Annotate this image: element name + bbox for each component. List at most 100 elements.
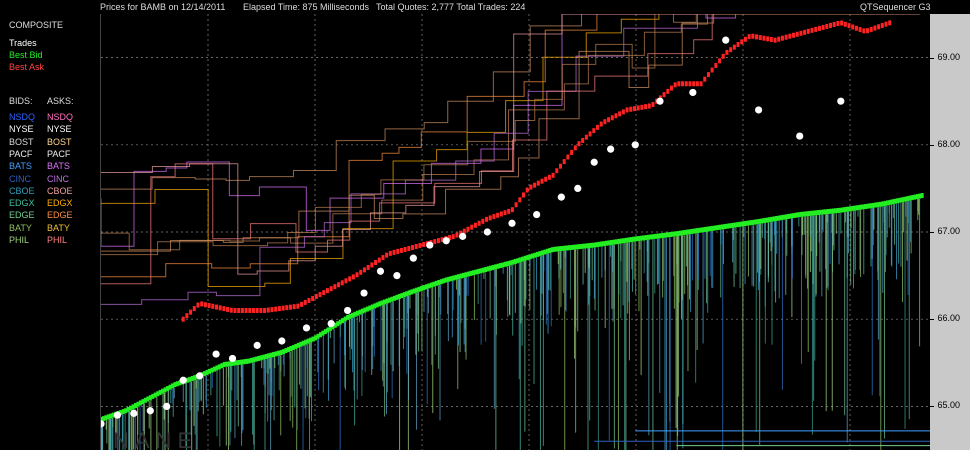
legend-ask-edge: EDGE [47,210,73,221]
legend-bid-baty: BATY [9,222,32,233]
best-ask-point [884,21,888,27]
trade-point [574,184,582,192]
best-ask-point [888,20,892,26]
trade-point [253,341,261,349]
best-ask-point [743,36,747,42]
best-ask-point [492,214,496,220]
best-ask-point [873,25,877,31]
exchange-ask-line [101,14,895,247]
y-tick-mark [930,144,934,146]
best-ask-point [292,304,296,310]
best-ask-point [573,145,577,151]
y-tick-mark [930,406,934,408]
best-ask-point [647,103,651,109]
best-ask-point [503,210,507,216]
y-tick-label: 68.00 [937,138,960,149]
best-ask-point [229,307,233,313]
y-tick-label: 67.00 [937,226,960,236]
best-ask-point [732,44,736,50]
best-ask-point [325,288,329,294]
best-ask-point [651,101,655,107]
best-ask-point [300,301,304,307]
best-ask-point [773,37,777,43]
best-ask-point [414,243,418,249]
price-chart-svg: NANE [101,14,931,450]
legend-ask-phil: PHIL [47,235,68,245]
trade-point [212,350,220,358]
best-ask-point [607,117,611,123]
best-ask-point [403,246,407,252]
best-ask-point [337,282,341,288]
best-ask-point [473,222,477,228]
best-ask-point [481,218,485,224]
y-tick-mark [930,319,934,321]
best-ask-point [296,303,300,309]
best-ask-point [540,178,544,184]
legend-bid-edge: EDGE [9,210,35,221]
legend-ask-bost: BOST [47,136,72,147]
legend-bid-bats: BATS [9,161,32,172]
best-ask-point [862,28,866,34]
best-ask-point [181,316,185,322]
best-ask-point [407,245,411,251]
legend-title: COMPOSITE [9,20,64,30]
best-ask-point [847,23,851,29]
legend-ask-cboe: CBOE [47,185,73,196]
trade-point [327,319,335,328]
trade-point [607,145,615,153]
y-tick-label: 66.00 [937,313,960,324]
best-ask-point [684,81,688,87]
best-ask-point [277,306,281,312]
best-ask-point [570,149,574,155]
best-ask-point [536,180,540,186]
trade-point [631,141,639,149]
best-ask-point [359,269,363,275]
best-ask-point [274,306,278,312]
best-ask-point [769,37,773,43]
best-ask-point [792,32,796,38]
best-ask-point [263,307,267,313]
trade-point [426,241,434,249]
y-tick-mark [930,232,934,233]
best-ask-point [466,226,470,232]
best-ask-point [851,24,855,30]
legend-bid-nyse: NYSE [9,124,34,135]
trade-point [656,97,664,105]
legend-ask-bats: BATS [47,161,70,172]
best-ask-point [374,260,378,266]
best-ask-point [200,301,204,307]
y-axis: 69.00 68.00 67.00 66.00 65.00 [930,14,970,450]
trade-point [179,376,187,384]
best-ask-point [729,47,733,53]
best-ask-point [806,28,810,34]
trade-point [442,237,450,245]
best-ask-point [703,76,707,82]
best-ask-point [566,154,570,160]
best-ask-point [418,243,422,249]
trade-point [483,228,491,236]
best-ask-point [788,33,792,39]
trade-point [755,106,763,114]
best-ask-point [381,255,385,261]
best-ask-point [366,264,370,270]
best-ask-point [259,307,263,313]
best-ask-point [629,106,633,112]
best-ask-point [396,248,400,254]
best-ask-point [621,109,625,115]
best-ask-point [880,22,884,28]
best-ask-point [817,25,821,31]
legend-ask-baty: BATY [47,222,70,233]
trade-point [508,219,516,227]
best-ask-point [766,36,770,42]
header-app-name: QTSequencer G3 [860,2,931,12]
best-ask-point [514,202,518,208]
best-ask-point [551,172,555,178]
trade-point [393,272,401,280]
trade-point [302,324,311,332]
best-ask-point [333,284,337,290]
best-ask-point [592,128,596,134]
best-ask-point [780,35,784,41]
best-ask-point [233,307,237,313]
best-ask-point [699,81,703,87]
best-ask-point [455,232,459,238]
